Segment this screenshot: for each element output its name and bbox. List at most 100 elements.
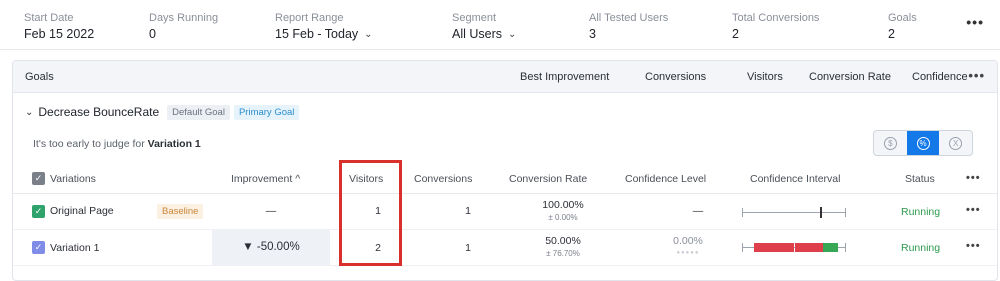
col-visitors: Visitors bbox=[747, 71, 783, 83]
panel-more-icon[interactable]: ••• bbox=[968, 68, 985, 83]
rate-value: 50.00% bbox=[545, 235, 581, 247]
conversions-value: 1 bbox=[465, 205, 471, 217]
confidence-level: 0.00% ●●●●● bbox=[643, 235, 733, 256]
toggle-multiplier[interactable]: X bbox=[939, 131, 972, 155]
stat-label: Goals bbox=[888, 12, 917, 24]
conversions-value: 1 bbox=[465, 242, 471, 254]
row-more-icon[interactable]: ••• bbox=[966, 204, 981, 216]
stat-label: Start Date bbox=[24, 12, 74, 24]
ci-axis bbox=[742, 212, 846, 213]
row-more-icon[interactable]: ••• bbox=[966, 240, 981, 252]
sort-up-icon: ^ bbox=[295, 173, 301, 185]
th-conversions: Conversions bbox=[414, 173, 473, 185]
rate-range: ± 76.70% bbox=[546, 249, 580, 258]
stat-label: Report Range bbox=[275, 12, 344, 24]
status-running: Running bbox=[901, 242, 941, 254]
rate-value: 100.00% bbox=[542, 199, 584, 211]
notice-variation: Variation 1 bbox=[147, 138, 201, 150]
ci-marker bbox=[820, 207, 822, 218]
stat-total-conversions: Total Conversions 2 bbox=[732, 11, 819, 42]
report-range-dropdown[interactable]: Report Range 15 Feb - Today ⌄ bbox=[275, 11, 373, 44]
col-conversion-rate: Conversion Rate bbox=[809, 71, 891, 83]
stat-value: 0 bbox=[149, 27, 156, 41]
confidence-level: — bbox=[692, 205, 704, 217]
ci-tick-right bbox=[845, 208, 846, 217]
conversion-rate: 100.00% ± 0.00% bbox=[518, 199, 608, 222]
stat-value: 15 Feb - Today ⌄ bbox=[275, 26, 373, 44]
early-notice: It's too early to judge for Variation 1 bbox=[33, 138, 201, 150]
toggle-percent[interactable]: % bbox=[906, 131, 940, 155]
confidence-interval-bar bbox=[742, 242, 846, 253]
stat-label: Days Running bbox=[149, 12, 219, 24]
summary-bar: Start Date Feb 15 2022 Days Running 0 Re… bbox=[0, 0, 1000, 50]
ci-tick-left bbox=[742, 243, 743, 252]
goals-panel: Goals Best Improvement Conversions Visit… bbox=[12, 60, 998, 281]
chevron-down-icon: ⌄ bbox=[508, 29, 517, 40]
table-row: ✓ Variation 1 ▼ -50.00% 2 1 50.00% ± 76.7… bbox=[13, 230, 997, 266]
th-improvement[interactable]: Improvement ^ bbox=[231, 173, 300, 185]
ci-tick-left bbox=[742, 208, 743, 217]
ci-negative-segment bbox=[795, 243, 823, 252]
table-header: ✓ Variations Improvement ^ Visitors Conv… bbox=[13, 164, 997, 194]
confidence-dots: ●●●●● bbox=[676, 250, 700, 256]
stat-goals: Goals 2 bbox=[888, 11, 917, 42]
percent-icon: % bbox=[916, 136, 930, 150]
th-confidence-level: Confidence Level bbox=[625, 173, 707, 185]
status-running: Running bbox=[901, 206, 941, 218]
report-range-value: 15 Feb - Today bbox=[275, 27, 359, 41]
rate-range: ± 0.00% bbox=[548, 213, 578, 222]
primary-goal-tag: Primary Goal bbox=[233, 104, 300, 120]
visitors-highlight-box bbox=[339, 160, 402, 266]
goal-name: Decrease BounceRate bbox=[38, 105, 160, 119]
ci-tick-right bbox=[845, 243, 846, 252]
segment-value: All Users bbox=[452, 27, 503, 41]
col-confidence: Confidence bbox=[912, 71, 968, 83]
improvement-value: — bbox=[265, 205, 277, 217]
th-improvement-label: Improvement bbox=[231, 173, 293, 185]
chevron-down-icon: ⌄ bbox=[364, 29, 373, 40]
stat-value: Feb 15 2022 bbox=[24, 27, 95, 41]
ci-positive-segment bbox=[823, 243, 838, 252]
stat-value: All Users ⌄ bbox=[452, 26, 516, 44]
stat-days-running: Days Running 0 bbox=[149, 11, 218, 42]
chevron-down-icon[interactable]: ⌄ bbox=[25, 107, 33, 118]
row-checkbox[interactable]: ✓ bbox=[32, 241, 45, 254]
header-more-icon[interactable]: ••• bbox=[966, 172, 981, 184]
dollar-icon: $ bbox=[883, 136, 897, 150]
panel-title: Goals bbox=[25, 71, 54, 83]
default-goal-tag: Default Goal bbox=[167, 104, 230, 120]
improvement-value: ▼ -50.00% bbox=[242, 241, 300, 253]
stat-label: All Tested Users bbox=[589, 12, 669, 24]
confidence-value: 0.00% bbox=[673, 235, 703, 247]
ci-negative-segment bbox=[754, 243, 794, 252]
variation-name: Original Page bbox=[50, 205, 114, 217]
toggle-currency[interactable]: $ bbox=[874, 131, 907, 155]
stat-all-tested-users: All Tested Users 3 bbox=[589, 11, 668, 42]
stat-label: Total Conversions bbox=[732, 12, 820, 24]
th-status: Status bbox=[905, 173, 935, 185]
metric-toggle: $ % X bbox=[873, 130, 973, 156]
table-row: ✓ Original Page Baseline — 1 1 100.00% ± … bbox=[13, 194, 997, 230]
multiplier-icon: X bbox=[949, 136, 963, 150]
select-all-checkbox[interactable]: ✓ bbox=[32, 172, 45, 185]
goal-header[interactable]: ⌄ Decrease BounceRate Default Goal Prima… bbox=[25, 103, 303, 121]
stat-label: Segment bbox=[452, 12, 497, 24]
stat-value: 2 bbox=[732, 27, 739, 41]
notice-text: It's too early to judge for bbox=[33, 138, 145, 150]
baseline-badge: Baseline bbox=[157, 204, 204, 219]
confidence-interval-bar bbox=[742, 207, 846, 218]
stat-value: 3 bbox=[589, 27, 596, 41]
panel-header: Goals Best Improvement Conversions Visit… bbox=[13, 61, 997, 93]
row-checkbox[interactable]: ✓ bbox=[32, 205, 45, 218]
th-confidence-interval: Confidence Interval bbox=[750, 173, 841, 185]
col-best-improvement: Best Improvement bbox=[520, 71, 610, 83]
stat-value: 2 bbox=[888, 27, 895, 41]
stat-start-date: Start Date Feb 15 2022 bbox=[24, 11, 94, 42]
segment-dropdown[interactable]: Segment All Users ⌄ bbox=[452, 11, 516, 44]
variation-name: Variation 1 bbox=[50, 242, 100, 254]
more-options-icon[interactable]: ••• bbox=[966, 14, 984, 30]
th-conversion-rate: Conversion Rate bbox=[509, 173, 588, 185]
col-conversions: Conversions bbox=[645, 71, 707, 83]
conversion-rate: 50.00% ± 76.70% bbox=[518, 235, 608, 258]
th-variations: Variations bbox=[50, 173, 96, 185]
